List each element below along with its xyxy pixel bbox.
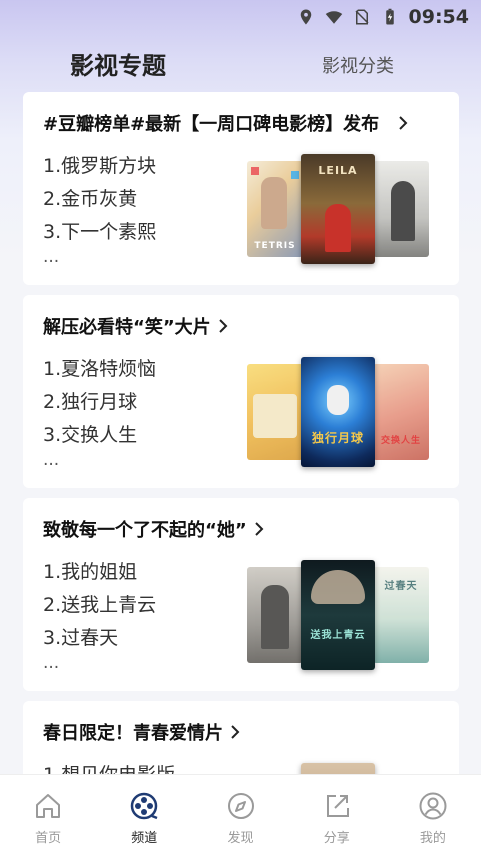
nav-label: 分享 xyxy=(323,831,350,846)
poster-image xyxy=(247,364,303,460)
poster-image xyxy=(301,763,375,774)
poster-stack[interactable]: TETRIS LEILA xyxy=(247,154,429,264)
wifi-icon xyxy=(325,11,342,24)
page-header: 影视专题 影视分类 xyxy=(0,44,481,84)
nav-channel[interactable]: 频道 xyxy=(96,775,192,856)
status-bar: 09:54 xyxy=(0,0,481,34)
poster-stack[interactable]: 过春天 送我上青云 xyxy=(247,560,429,670)
nav-home[interactable]: 首页 xyxy=(0,775,96,856)
poster-title: LEILA xyxy=(318,164,358,177)
home-icon xyxy=(36,794,61,818)
topic-title[interactable]: 致敬每一个了不起的“她” xyxy=(43,516,441,542)
nav-label: 发现 xyxy=(227,831,254,846)
topic-title[interactable]: 解压必看特“笑”大片 xyxy=(43,313,441,339)
poster-title: TETRIS xyxy=(254,241,296,251)
topic-card[interactable]: 春日限定！青春爱情片 1.想见你电影版 xyxy=(23,701,459,774)
poster-image: TETRIS xyxy=(247,161,303,257)
chevron-right-icon xyxy=(254,522,264,536)
battery-charging-icon xyxy=(385,8,394,25)
nav-profile[interactable]: 我的 xyxy=(385,775,481,856)
poster-title: 独行月球 xyxy=(311,431,364,445)
nav-label: 频道 xyxy=(131,831,158,846)
nav-discover[interactable]: 发现 xyxy=(192,775,288,856)
poster-image: 交换人生 xyxy=(373,364,429,460)
chevron-right-icon xyxy=(218,319,228,333)
topic-title-text: #豆瓣榜单#最新【一周口碑电影榜】发布 xyxy=(43,114,380,135)
sim-off-icon xyxy=(354,9,369,25)
poster-image: LEILA xyxy=(301,154,375,264)
poster-image xyxy=(247,567,303,663)
chevron-right-icon xyxy=(231,725,240,739)
location-icon xyxy=(300,9,311,25)
poster-stack[interactable]: 交换人生 独行月球 xyxy=(247,357,429,467)
user-icon xyxy=(419,792,447,820)
chevron-right-icon xyxy=(399,116,408,130)
topic-card[interactable]: 致敬每一个了不起的“她” 1.我的姐姐 2.送我上青云 3.过春天 ... 过春… xyxy=(23,498,459,691)
tab-topics[interactable]: 影视专题 xyxy=(70,46,166,81)
topic-title[interactable]: #豆瓣榜单#最新【一周口碑电影榜】发布 xyxy=(43,110,441,136)
topic-title-text: 春日限定！青春爱情片 xyxy=(43,723,223,744)
bottom-nav: 首页 频道 发现 分享 我的 xyxy=(0,774,481,856)
nav-share[interactable]: 分享 xyxy=(289,775,385,856)
topic-title-text: 解压必看特“笑”大片 xyxy=(43,317,211,338)
poster-title: 送我上青云 xyxy=(310,630,366,641)
topic-card[interactable]: 解压必看特“笑”大片 1.夏洛特烦恼 2.独行月球 3.交换人生 ... 交换人… xyxy=(23,295,459,488)
topic-title[interactable]: 春日限定！青春爱情片 xyxy=(43,719,441,745)
poster-image: 送我上青云 xyxy=(301,560,375,670)
poster-title: 过春天 xyxy=(384,581,418,592)
topic-title-text: 致敬每一个了不起的“她” xyxy=(43,520,247,541)
nav-label: 首页 xyxy=(35,831,62,846)
topic-card[interactable]: #豆瓣榜单#最新【一周口碑电影榜】发布 1.俄罗斯方块 2.金币灰黄 3.下一个… xyxy=(23,92,459,285)
nav-label: 我的 xyxy=(419,831,446,846)
film-reel-icon xyxy=(131,792,158,820)
compass-icon xyxy=(227,793,254,819)
poster-stack[interactable] xyxy=(247,763,429,774)
poster-title: 交换人生 xyxy=(380,436,421,446)
topic-list[interactable]: #豆瓣榜单#最新【一周口碑电影榜】发布 1.俄罗斯方块 2.金币灰黄 3.下一个… xyxy=(23,92,459,774)
status-time: 09:54 xyxy=(408,6,469,28)
share-icon xyxy=(326,795,349,817)
tab-categories[interactable]: 影视分类 xyxy=(322,52,394,78)
poster-image: 过春天 xyxy=(373,567,429,663)
poster-image xyxy=(373,161,429,257)
poster-image: 独行月球 xyxy=(301,357,375,467)
